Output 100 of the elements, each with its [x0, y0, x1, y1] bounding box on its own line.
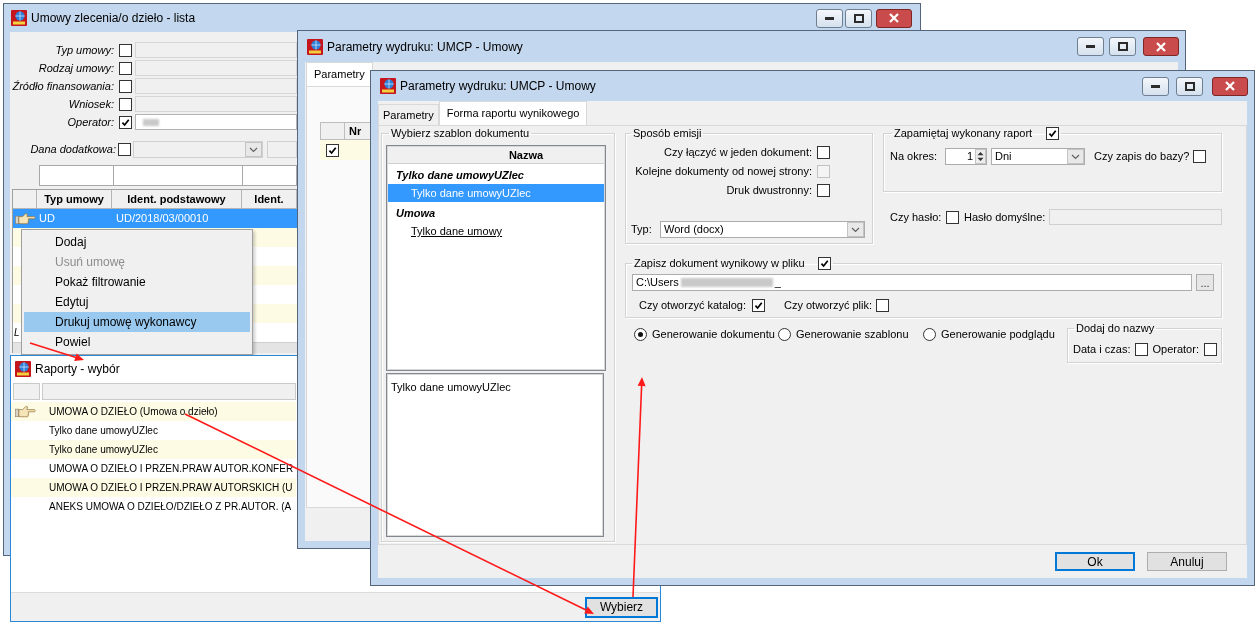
column-header [320, 122, 345, 140]
checkbox[interactable] [326, 143, 339, 157]
checkbox-label: Czy łączyć w jeden dokument: [664, 146, 812, 159]
tab[interactable]: Parametry [306, 62, 373, 86]
checkbox[interactable] [119, 43, 132, 57]
window-title: Umowy zlecenia/o dzieło - lista [31, 11, 196, 25]
password-field[interactable] [1049, 209, 1222, 225]
field-label: Na okres: [890, 150, 939, 163]
path-field[interactable]: C:\Users _ [632, 274, 1192, 291]
menu-item[interactable]: Dodaj [24, 232, 250, 252]
checkbox[interactable] [817, 257, 831, 270]
close-button[interactable] [1143, 37, 1179, 56]
close-button[interactable] [1212, 76, 1248, 96]
maximize-icon [1184, 81, 1195, 91]
group-title: Sposób emisji [633, 127, 702, 140]
filter-label: Dana dodatkowa: [29, 142, 116, 156]
column-header[interactable]: Nazwa [388, 147, 604, 164]
status-text: L [14, 326, 20, 339]
checkbox-label: Data i czas: [1073, 343, 1131, 356]
filter-input[interactable] [113, 165, 243, 186]
checkbox[interactable] [1135, 343, 1149, 356]
group-title: Wybierz szablon dokumentu [391, 127, 530, 140]
field-label: Hasło domyślne: [964, 210, 1046, 224]
dropdown[interactable]: Word (docx) [660, 221, 865, 238]
radio-button[interactable] [634, 327, 647, 341]
filter-label: Źródło finansowania: [11, 79, 114, 93]
maximize-button[interactable] [1176, 76, 1203, 96]
checkbox-label: Czy otworzyć plik: [784, 299, 872, 312]
checkbox[interactable] [1193, 150, 1207, 163]
filter-label: Wniosek: [67, 97, 114, 111]
checkbox[interactable] [118, 142, 131, 156]
list-item[interactable]: UMOWA O DZIEŁO (Umowa o dzieło) [11, 402, 296, 421]
browse-button[interactable]: ... [1196, 274, 1214, 291]
cancel-button[interactable]: Anuluj [1147, 552, 1227, 571]
checkbox-label: Druk dwustronny: [726, 184, 812, 197]
list-item[interactable]: UMOWA O DZIEŁO I PRZEN.PRAW AUTORSKICH (U [11, 478, 296, 497]
dropdown[interactable]: Dni [991, 148, 1085, 165]
checkbox[interactable] [119, 61, 132, 75]
close-button[interactable] [876, 8, 912, 28]
maximize-button[interactable] [845, 8, 872, 28]
close-icon [1156, 41, 1166, 52]
chevron-down-icon [847, 222, 864, 237]
column-header[interactable]: Ident. podstawowy [112, 190, 242, 209]
filter-field[interactable] [135, 96, 297, 112]
menu-item[interactable]: Powiel [24, 332, 250, 352]
filter-field[interactable] [135, 114, 297, 130]
menu-item[interactable]: Edytuj [24, 292, 250, 312]
tree-item[interactable]: Tylko dane umowyUZlec [388, 166, 604, 184]
checkbox-label: Operator: [1152, 343, 1199, 356]
checkbox[interactable] [752, 299, 765, 312]
filter-field[interactable] [135, 60, 297, 76]
filter-field[interactable] [135, 78, 297, 94]
checkbox[interactable] [119, 79, 132, 93]
checkbox[interactable] [817, 184, 830, 197]
minimize-icon [825, 16, 834, 20]
column-header[interactable]: Typ umowy [37, 190, 112, 209]
close-icon [889, 13, 899, 23]
radio-label: Generowanie podglądu [941, 327, 1055, 341]
radio-button[interactable] [778, 327, 791, 341]
checkbox[interactable] [119, 97, 132, 111]
checkbox[interactable] [876, 299, 889, 312]
checkbox-label: Kolejne dokumenty od nowej strony: [635, 165, 812, 178]
group-title: Zapamiętaj wykonany raport [894, 127, 1033, 140]
checkbox[interactable] [946, 210, 959, 224]
chevron-down-icon [1067, 149, 1084, 164]
maximize-icon [1117, 42, 1128, 51]
description-box[interactable]: Tylko dane umowyUZlec [386, 373, 604, 537]
menu-item[interactable]: Pokaż filtrowanie [24, 272, 250, 292]
radio-button[interactable] [923, 327, 936, 341]
minimize-button[interactable] [816, 8, 843, 28]
app-logo-icon [15, 360, 31, 377]
menu-item[interactable]: Drukuj umowę wykonawcy [24, 312, 250, 332]
checkbox[interactable] [1203, 343, 1217, 356]
column-header [13, 383, 40, 400]
filter-input[interactable] [39, 165, 114, 186]
minimize-button[interactable] [1142, 76, 1169, 96]
checkbox[interactable] [119, 115, 132, 129]
tab[interactable]: Parametry [378, 104, 439, 125]
filter-field[interactable] [135, 42, 297, 58]
radio-label: Generowanie dokumentu [652, 327, 775, 341]
checkbox[interactable] [817, 146, 830, 159]
column-header[interactable]: Nr [345, 122, 372, 140]
list-item[interactable]: Tylko dane umowyUZlec [11, 440, 296, 459]
filter-input[interactable] [242, 165, 297, 186]
minimize-button[interactable] [1077, 37, 1104, 56]
filter-label: Typ umowy: [54, 43, 114, 57]
maximize-button[interactable] [1109, 37, 1136, 56]
field-label: Typ: [631, 223, 653, 236]
table-row[interactable] [320, 140, 372, 160]
tree-item[interactable]: Tylko dane umowy [388, 222, 604, 240]
app-logo-icon [11, 10, 27, 26]
ok-button[interactable]: Ok [1055, 552, 1135, 571]
tree-item[interactable]: Umowa [388, 204, 604, 222]
filter-field[interactable] [267, 140, 297, 158]
checkbox[interactable] [1046, 127, 1060, 140]
spin-box[interactable]: 1 [945, 148, 987, 165]
select-button[interactable]: Wybierz [585, 596, 658, 618]
group-title: Zapisz dokument wynikowy w pliku [634, 257, 805, 270]
tab[interactable]: Forma raportu wynikowego [438, 101, 588, 125]
column-header[interactable]: Ident. [242, 190, 297, 209]
